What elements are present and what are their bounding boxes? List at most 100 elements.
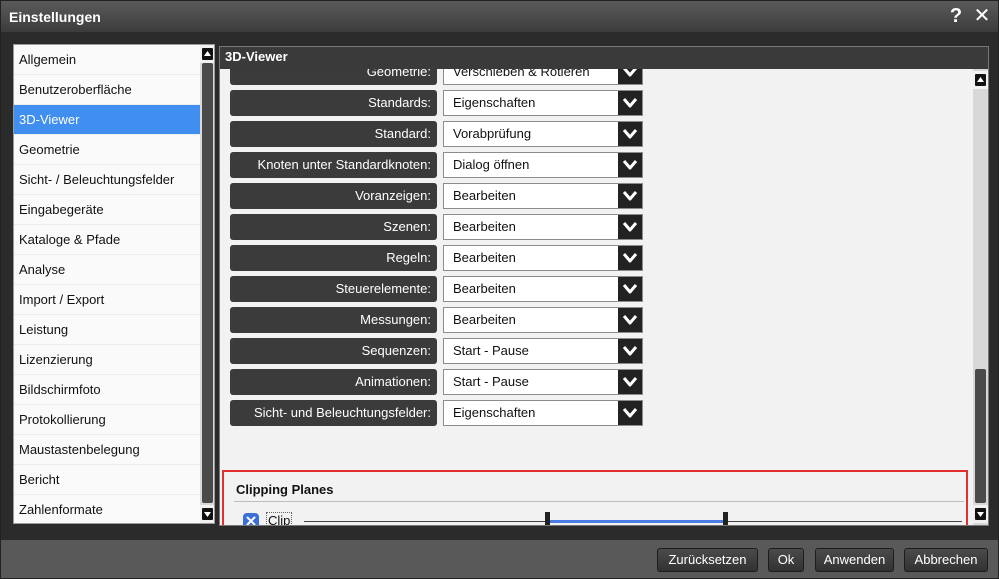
chevron-down-icon[interactable] <box>618 370 642 394</box>
clip-range-end-handle[interactable] <box>723 512 729 525</box>
setting-row: Sequenzen: Start - Pause <box>230 338 650 364</box>
setting-row: Messungen: Bearbeiten <box>230 307 650 333</box>
setting-dropdown[interactable]: Bearbeiten <box>443 245 643 271</box>
clip-checkbox[interactable] <box>243 513 259 525</box>
sidebar-item[interactable]: Leistung <box>14 315 200 345</box>
sidebar-item[interactable]: Protokollierung <box>14 405 200 435</box>
setting-row: Geometrie: Verschieben & Rotieren <box>230 69 650 85</box>
arrow-up-icon <box>202 48 213 60</box>
settings-rows: Geometrie: Verschieben & Rotieren Standard… <box>230 69 970 477</box>
help-button[interactable]: ? <box>945 4 967 28</box>
setting-dropdown[interactable]: Eigenschaften <box>443 90 643 116</box>
dropdown-value: Start - Pause <box>453 374 529 389</box>
chevron-down-icon[interactable] <box>618 122 642 146</box>
setting-dropdown[interactable]: Start - Pause <box>443 369 643 395</box>
sidebar-item[interactable]: Kataloge & Pfade <box>14 225 200 255</box>
setting-row: Standard: Vorabprüfung <box>230 121 650 147</box>
check-x-icon <box>246 516 256 525</box>
setting-dropdown[interactable]: Dialog öffnen <box>443 152 643 178</box>
sidebar-item[interactable]: Bildschirmfoto <box>14 375 200 405</box>
cancel-button[interactable]: Abbrechen <box>904 548 988 572</box>
chevron-down-icon[interactable] <box>618 153 642 177</box>
chevron-down-icon[interactable] <box>618 184 642 208</box>
setting-row: Voranzeigen: Bearbeiten <box>230 183 650 209</box>
chevron-down-icon[interactable] <box>618 246 642 270</box>
settings-panel: 3D-Viewer Geometrie: Verschieben & Rotier… <box>219 46 989 526</box>
setting-row: Standards: Eigenschaften <box>230 90 650 116</box>
sidebar-item[interactable]: Eingabegeräte <box>14 195 200 225</box>
sidebar-item[interactable]: Lizenzierung <box>14 345 200 375</box>
dropdown-value: Bearbeiten <box>453 312 516 327</box>
chevron-down-icon[interactable] <box>618 215 642 239</box>
dropdown-value: Bearbeiten <box>453 250 516 265</box>
setting-dropdown[interactable]: Verschieben & Rotieren <box>443 69 643 85</box>
arrow-down-icon <box>202 508 213 520</box>
setting-row: Animationen: Start - Pause <box>230 369 650 395</box>
setting-row: Regeln: Bearbeiten <box>230 245 650 271</box>
reset-button[interactable]: Zurücksetzen <box>657 548 758 572</box>
panel-scroll-up-button[interactable] <box>973 71 988 89</box>
setting-label: Sicht- und Beleuchtungsfelder: <box>230 400 437 426</box>
setting-dropdown[interactable]: Vorabprüfung <box>443 121 643 147</box>
sidebar-item[interactable]: Geometrie <box>14 135 200 165</box>
clip-range-fill <box>547 520 726 523</box>
category-scrollbar[interactable] <box>200 45 214 523</box>
dropdown-value: Vorabprüfung <box>453 126 532 141</box>
chevron-down-icon[interactable] <box>618 401 642 425</box>
scroll-down-button[interactable] <box>200 505 214 523</box>
category-scroll-thumb[interactable] <box>202 63 213 503</box>
sidebar-item[interactable]: Analyse <box>14 255 200 285</box>
setting-dropdown[interactable]: Start - Pause <box>443 338 643 364</box>
setting-label: Knoten unter Standardknoten: <box>230 152 437 178</box>
clip-checkbox-label[interactable]: Clip <box>266 512 293 525</box>
sidebar-item[interactable]: Bericht <box>14 465 200 495</box>
setting-label: Geometrie: <box>230 69 437 85</box>
dropdown-value: Eigenschaften <box>453 95 536 110</box>
title-bar: Einstellungen ? ✕ <box>1 1 998 32</box>
clipping-separator <box>234 501 964 502</box>
setting-label: Steuerelemente: <box>230 276 437 302</box>
setting-label: Messungen: <box>230 307 437 333</box>
chevron-down-icon[interactable] <box>618 69 642 84</box>
sidebar-item[interactable]: Maustastenbelegung <box>14 435 200 465</box>
chevron-down-icon[interactable] <box>618 277 642 301</box>
dialog-footer: Zurücksetzen Ok Anwenden Abbrechen <box>1 540 998 578</box>
sidebar-item[interactable]: Zahlenformate <box>14 495 200 523</box>
clip-range-start-handle[interactable] <box>545 512 551 525</box>
panel-scroll-thumb[interactable] <box>975 369 986 503</box>
sidebar-item[interactable]: Benutzeroberfläche <box>14 75 200 105</box>
scroll-up-button[interactable] <box>200 45 214 63</box>
setting-dropdown[interactable]: Bearbeiten <box>443 276 643 302</box>
setting-dropdown[interactable]: Eigenschaften <box>443 400 643 426</box>
dropdown-value: Start - Pause <box>453 343 529 358</box>
ok-button[interactable]: Ok <box>768 548 804 572</box>
setting-label: Voranzeigen: <box>230 183 437 209</box>
sidebar-item[interactable]: Sicht- / Beleuchtungsfelder <box>14 165 200 195</box>
panel-scroll-down-button[interactable] <box>973 505 988 523</box>
settings-dialog: Einstellungen ? ✕ Allgemein Benutzeroberf… <box>0 0 999 579</box>
clipping-planes-title: Clipping Planes <box>236 482 334 497</box>
setting-label: Standards: <box>230 90 437 116</box>
setting-dropdown[interactable]: Bearbeiten <box>443 307 643 333</box>
sidebar-item[interactable]: Import / Export <box>14 285 200 315</box>
dropdown-value: Bearbeiten <box>453 281 516 296</box>
apply-button[interactable]: Anwenden <box>815 548 894 572</box>
chevron-down-icon[interactable] <box>618 91 642 115</box>
arrow-up-icon <box>975 74 986 86</box>
setting-label: Regeln: <box>230 245 437 271</box>
sidebar-item[interactable]: Allgemein <box>14 45 200 75</box>
chevron-down-icon[interactable] <box>618 339 642 363</box>
close-button[interactable]: ✕ <box>971 4 993 28</box>
setting-dropdown[interactable]: Bearbeiten <box>443 214 643 240</box>
panel-scrollbar[interactable] <box>973 69 988 525</box>
sidebar-item[interactable]: 3D-Viewer <box>14 105 200 135</box>
chevron-down-icon[interactable] <box>618 308 642 332</box>
setting-dropdown[interactable]: Bearbeiten <box>443 183 643 209</box>
setting-label: Animationen: <box>230 369 437 395</box>
dropdown-value: Bearbeiten <box>453 219 516 234</box>
clipping-planes-group: Clipping Planes Clip <box>222 470 968 525</box>
setting-label: Szenen: <box>230 214 437 240</box>
dropdown-value: Bearbeiten <box>453 188 516 203</box>
dropdown-value: Eigenschaften <box>453 405 536 420</box>
setting-label: Standard: <box>230 121 437 147</box>
